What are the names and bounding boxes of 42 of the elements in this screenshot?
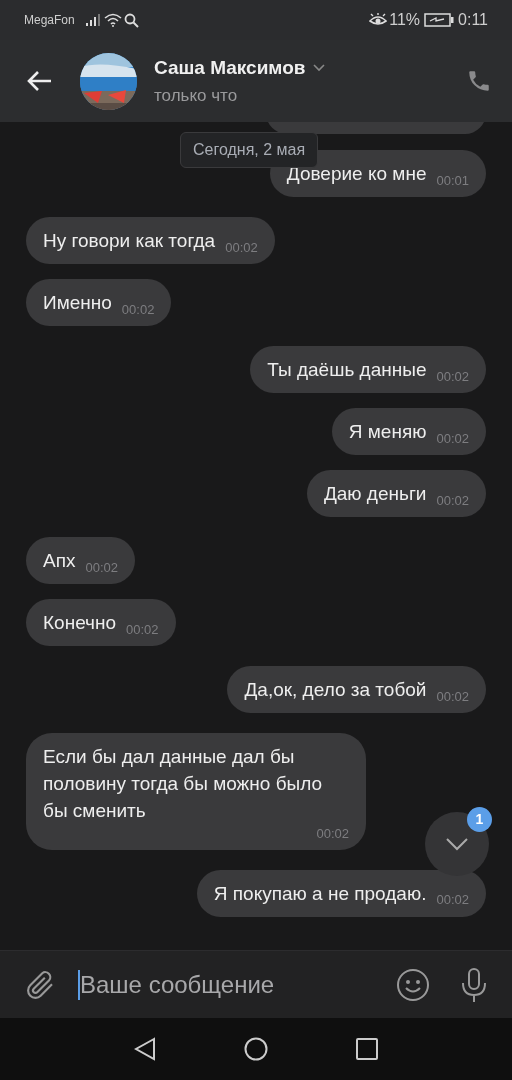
message-text: Я меняю — [348, 420, 427, 444]
message-time: 00:02 — [126, 620, 159, 639]
message-time: 00:02 — [85, 558, 118, 577]
message-text: Конечно — [43, 611, 117, 635]
message-time: 00:02 — [225, 238, 258, 257]
home-icon[interactable] — [244, 1037, 268, 1061]
phone-icon[interactable] — [466, 68, 492, 94]
message-text: Я покупаю а не продаю. — [213, 881, 427, 906]
signal-icon — [84, 13, 101, 27]
message-time: 00:02 — [315, 825, 349, 843]
message-time: 00:02 — [436, 891, 469, 909]
date-separator: Сегодня, 2 мая — [180, 132, 319, 168]
battery-percent: 11% — [389, 10, 421, 30]
wifi-icon — [103, 13, 122, 27]
back-arrow-icon[interactable] — [26, 70, 52, 92]
carrier-name: MegaFon — [24, 12, 75, 29]
message-time: 00:02 — [121, 300, 155, 319]
message-time: 00:02 — [436, 491, 469, 510]
message-time: 00:02 — [436, 687, 469, 706]
message-text: Даю деньги — [323, 482, 427, 506]
clock-time: 0:11 — [458, 10, 488, 30]
search-icon — [123, 12, 139, 28]
contact-status: только что — [154, 84, 239, 107]
message-text: Если бы дал данные дал бы половину тогда бы можно было бы сменить — [43, 746, 323, 821]
unread-badge: 1 — [467, 807, 492, 832]
chevron-down-icon — [445, 837, 469, 851]
message-time: 00:02 — [436, 429, 469, 448]
message-text: Именно — [43, 291, 112, 315]
recent-apps-icon[interactable] — [356, 1038, 378, 1060]
message-time: 00:02 — [436, 367, 469, 386]
battery-icon — [424, 13, 455, 27]
microphone-icon[interactable] — [460, 966, 488, 1003]
back-icon[interactable] — [134, 1037, 156, 1061]
message-time: 00:01 — [436, 171, 469, 190]
message-text: Ну говори как тогда — [43, 229, 216, 253]
chevron-down-icon[interactable] — [313, 64, 326, 73]
smiley-icon[interactable] — [396, 967, 430, 1002]
message-text: Апх — [43, 549, 76, 573]
message-text: Да,ок, дело за тобой — [244, 678, 427, 702]
message-text: Ты даёшь данные — [267, 358, 427, 382]
contact-name[interactable]: Саша Максимов — [154, 54, 306, 83]
eye-icon — [369, 13, 388, 27]
